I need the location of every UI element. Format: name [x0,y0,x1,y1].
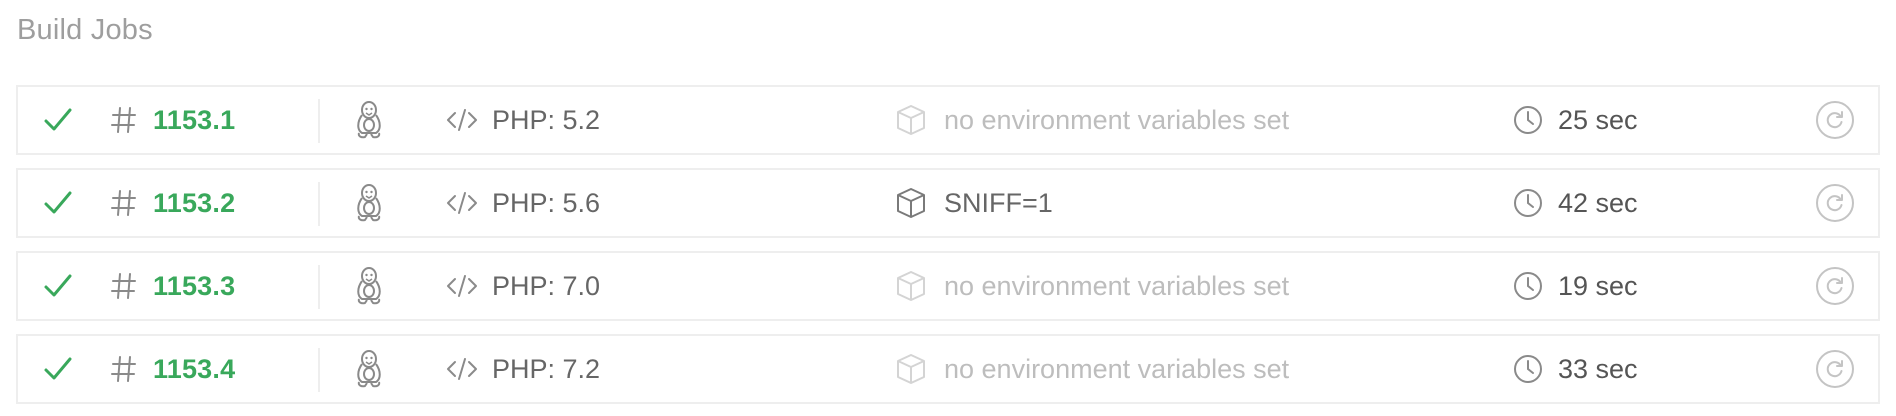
restart-button[interactable] [1815,87,1859,153]
env-vars-label: no environment variables set [944,353,1290,384]
box-icon [896,87,930,153]
divider [318,348,320,392]
clock-icon [1512,336,1546,402]
check-icon [42,170,82,236]
code-icon [446,170,480,236]
duration-label: 25 sec [1558,104,1638,135]
check-icon [42,336,82,402]
job-row[interactable]: 1153.2 PHP: 5.6 SNIFF=1 42 sec [16,168,1880,238]
code-icon [446,87,480,153]
code-icon [446,336,480,402]
hash-icon [111,336,143,402]
language-label: PHP: 7.0 [492,270,601,301]
language-label: PHP: 5.6 [492,187,601,218]
restart-button[interactable] [1815,336,1859,402]
divider [318,182,320,226]
duration-label: 42 sec [1558,187,1638,218]
job-number-link[interactable]: 1153.3 [153,253,235,319]
divider [318,265,320,309]
hash-icon [111,87,143,153]
clock-icon [1512,253,1546,319]
restart-button[interactable] [1815,253,1859,319]
build-jobs-section: Build Jobs 1153.1 PHP: 5.2 no environmen… [0,0,1896,416]
check-icon [42,253,82,319]
linux-tux-icon [353,253,393,319]
linux-tux-icon [353,87,393,153]
env-vars-label: no environment variables set [944,270,1290,301]
clock-icon [1512,170,1546,236]
jobs-list: 1153.1 PHP: 5.2 no environment variables… [16,85,1880,416]
language-label: PHP: 5.2 [492,104,601,135]
job-number-link[interactable]: 1153.4 [153,336,235,402]
clock-icon [1512,87,1546,153]
job-row[interactable]: 1153.3 PHP: 7.0 no environment variables… [16,251,1880,321]
job-number-link[interactable]: 1153.1 [153,87,235,153]
linux-tux-icon [353,336,393,402]
duration-label: 33 sec [1558,353,1638,384]
hash-icon [111,170,143,236]
divider [318,99,320,143]
job-number-link[interactable]: 1153.2 [153,170,235,236]
box-icon [896,336,930,402]
box-icon [896,170,930,236]
code-icon [446,253,480,319]
job-row[interactable]: 1153.1 PHP: 5.2 no environment variables… [16,85,1880,155]
language-label: PHP: 7.2 [492,353,601,384]
restart-button[interactable] [1815,170,1859,236]
duration-label: 19 sec [1558,270,1638,301]
hash-icon [111,253,143,319]
section-title: Build Jobs [17,14,153,46]
box-icon [896,253,930,319]
env-vars-label: SNIFF=1 [944,187,1053,218]
env-vars-label: no environment variables set [944,104,1290,135]
job-row[interactable]: 1153.4 PHP: 7.2 no environment variables… [16,334,1880,404]
linux-tux-icon [353,170,393,236]
check-icon [42,87,82,153]
